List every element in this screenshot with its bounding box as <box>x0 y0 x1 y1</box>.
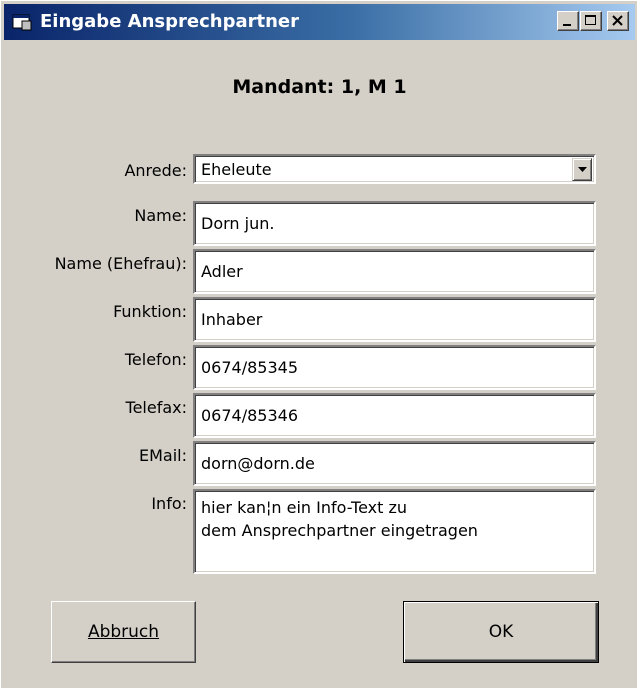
name-ehefrau-value: Adler <box>201 262 243 281</box>
close-icon <box>612 15 623 26</box>
close-button[interactable] <box>607 11 629 31</box>
minimize-button[interactable] <box>557 11 579 31</box>
funktion-label: Funktion: <box>113 302 187 321</box>
cancel-button-label: Abbruch <box>87 622 160 642</box>
name-ehefrau-field[interactable]: Adler <box>193 249 596 294</box>
title-bar[interactable]: Eingabe Ansprechpartner <box>4 4 635 40</box>
telefax-field[interactable]: 0674/85346 <box>193 393 596 438</box>
email-field[interactable]: dorn@dorn.de <box>193 441 596 486</box>
telefax-label: Telefax: <box>125 398 187 417</box>
maximize-icon <box>585 15 596 25</box>
email-label: EMail: <box>139 446 187 465</box>
name-ehefrau-label: Name (Ehefrau): <box>54 254 187 273</box>
anrede-dropdown-button[interactable] <box>572 158 592 181</box>
info-value: hier kan¦n ein Info-Text zu dem Ansprech… <box>201 498 478 540</box>
app-window-icon <box>12 14 32 31</box>
dialog-window: Eingabe Ansprechpartner Mandant: 1, M 1 … <box>0 0 637 688</box>
ok-button-label: OK <box>488 622 514 642</box>
cancel-button[interactable]: Abbruch <box>51 601 196 663</box>
mandant-heading: Mandant: 1, M 1 <box>232 76 407 98</box>
info-textarea[interactable]: hier kan¦n ein Info-Text zu dem Ansprech… <box>193 489 596 574</box>
funktion-value: Inhaber <box>201 310 263 329</box>
info-label: Info: <box>151 494 187 513</box>
ok-button[interactable]: OK <box>403 601 599 663</box>
telefon-label: Telefon: <box>124 350 187 369</box>
window-title: Eingabe Ansprechpartner <box>40 11 299 32</box>
anrede-label: Anrede: <box>124 161 187 180</box>
funktion-field[interactable]: Inhaber <box>193 297 596 342</box>
telefax-value: 0674/85346 <box>201 406 299 425</box>
email-value: dorn@dorn.de <box>201 454 315 473</box>
telefon-field[interactable]: 0674/85345 <box>193 345 596 390</box>
anrede-select[interactable]: Eheleute <box>193 154 596 184</box>
anrede-value: Eheleute <box>201 160 272 179</box>
name-label: Name: <box>134 206 187 225</box>
name-field[interactable]: Dorn jun. <box>193 201 596 246</box>
telefon-value: 0674/85345 <box>201 358 299 377</box>
maximize-button[interactable] <box>580 11 602 31</box>
chevron-down-icon <box>578 167 587 172</box>
name-value: Dorn jun. <box>201 214 275 233</box>
minimize-icon <box>563 24 571 26</box>
